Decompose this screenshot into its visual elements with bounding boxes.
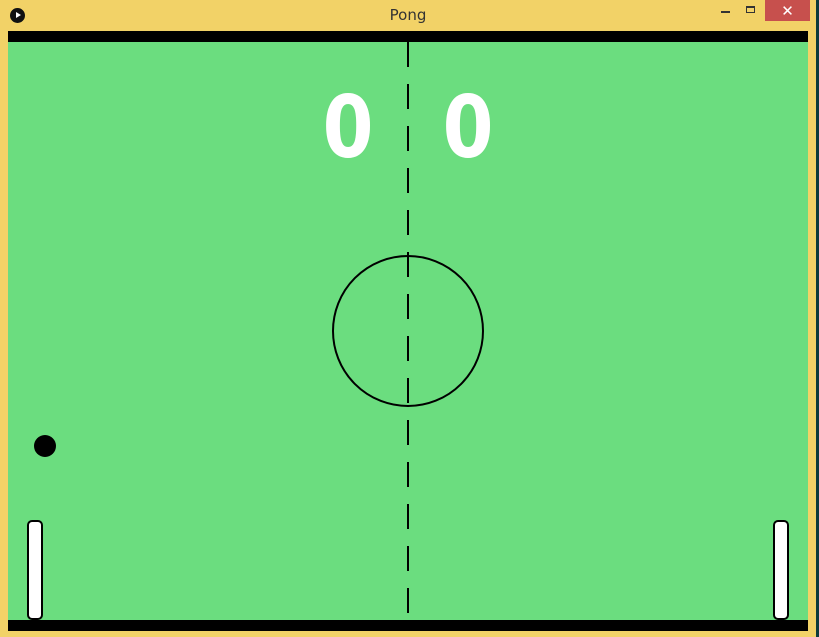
close-icon: ✕ [781, 2, 794, 20]
right-paddle[interactable] [773, 520, 789, 620]
title-bar[interactable]: Pong ✕ [0, 0, 816, 30]
left-paddle[interactable] [27, 520, 43, 620]
left-score: 0 [322, 78, 374, 178]
maximize-button[interactable] [738, 0, 764, 21]
ball [34, 435, 56, 457]
window-title: Pong [389, 6, 427, 24]
maximize-icon [746, 6, 755, 13]
right-score: 0 [442, 78, 494, 178]
minimize-icon [721, 11, 730, 13]
bottom-wall [8, 620, 808, 631]
court-markings [332, 42, 484, 620]
close-button[interactable]: ✕ [765, 0, 810, 21]
game-window: Pong ✕ 0 0 [0, 0, 816, 637]
minimize-button[interactable] [712, 0, 738, 21]
game-canvas[interactable]: 0 0 [8, 31, 808, 631]
